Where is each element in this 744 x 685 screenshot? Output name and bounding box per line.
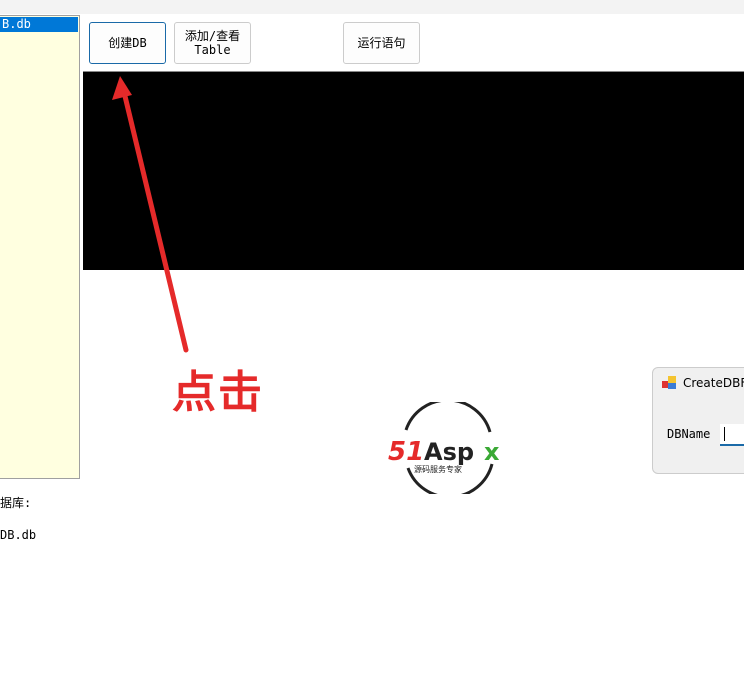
- svg-text:源码服务专家: 源码服务专家: [414, 464, 462, 474]
- arrow-annotation: [112, 76, 189, 353]
- click-annotation: 点击: [172, 367, 264, 418]
- text-caret: [724, 427, 725, 441]
- svg-text:x: x: [484, 438, 500, 466]
- dialog-title: CreateDBFo: [683, 376, 744, 390]
- svg-text:51: 51: [388, 437, 424, 467]
- form-icon: [662, 376, 676, 389]
- svg-text:Asp: Asp: [424, 438, 474, 466]
- create-db-dialog: CreateDBFo DBName: [652, 367, 744, 474]
- dbname-label: DBName: [667, 427, 711, 441]
- logo: 51 Asp x 源码服务专家: [388, 402, 500, 494]
- dbname-input[interactable]: [720, 424, 744, 446]
